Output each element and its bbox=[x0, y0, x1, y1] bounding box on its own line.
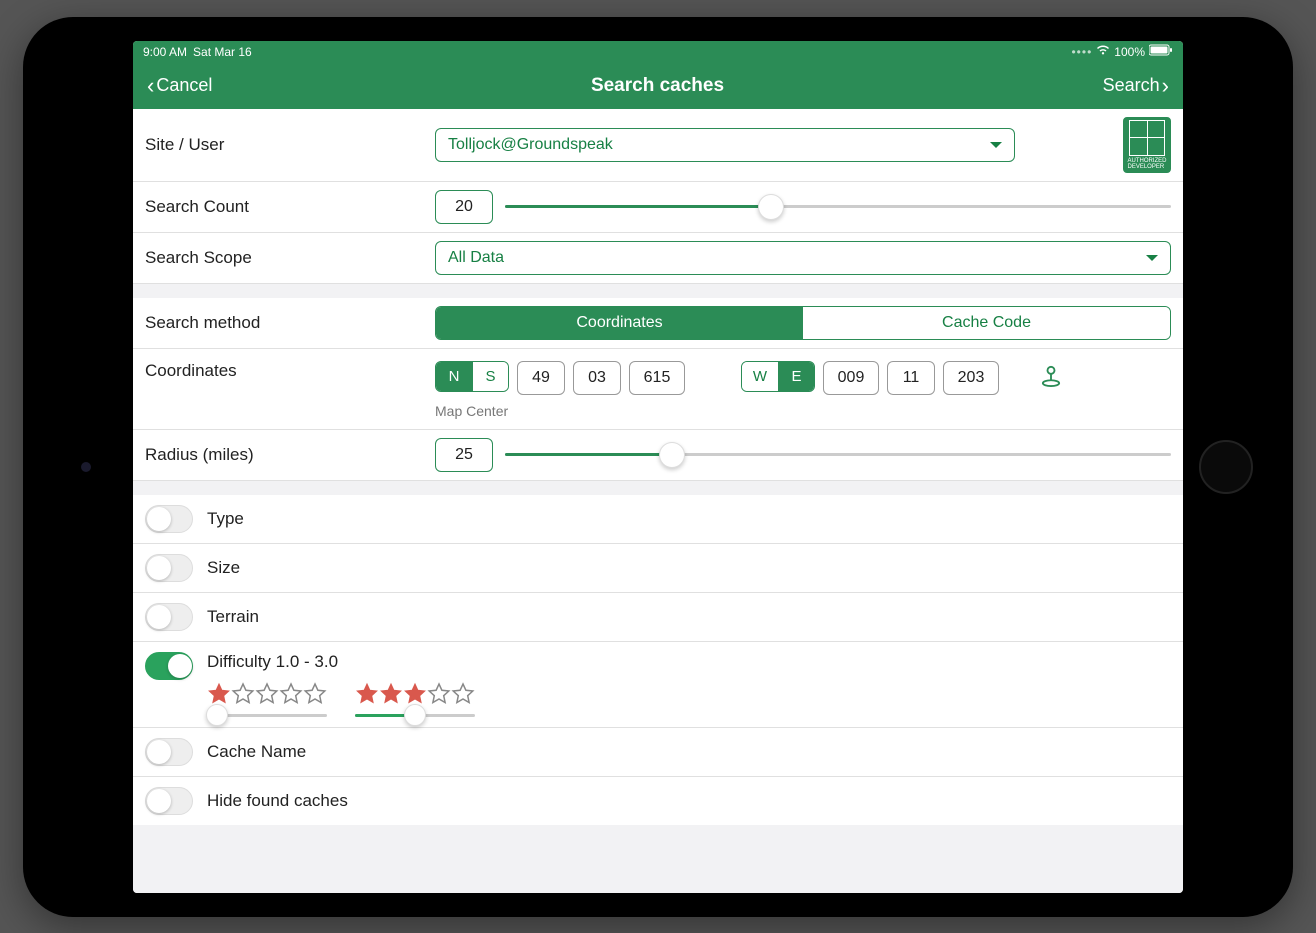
difficulty-min-stars[interactable] bbox=[207, 682, 327, 706]
authorized-developer-badge: AUTHORIZEDDEVELOPER bbox=[1123, 117, 1171, 173]
terrain-toggle[interactable] bbox=[145, 603, 193, 631]
terrain-label: Terrain bbox=[207, 607, 1171, 627]
lon-w-button[interactable]: W bbox=[742, 362, 778, 391]
row-site-user: Site / User Tolljock@Groundspeak AUTHORI… bbox=[133, 109, 1183, 182]
status-time: 9:00 AM bbox=[143, 45, 187, 59]
difficulty-max-stars[interactable] bbox=[355, 682, 475, 706]
lat-s-button[interactable]: S bbox=[472, 362, 508, 391]
radius-input[interactable]: 25 bbox=[435, 438, 493, 472]
search-label: Search bbox=[1103, 75, 1160, 96]
search-method-segment: Coordinates Cache Code bbox=[435, 306, 1171, 340]
nav-bar: ‹ Cancel Search caches Search › bbox=[133, 63, 1183, 109]
cancel-label: Cancel bbox=[156, 75, 212, 96]
cellular-dots-icon: •••• bbox=[1071, 45, 1092, 59]
row-search-scope: Search Scope All Data bbox=[133, 233, 1183, 284]
cancel-button[interactable]: ‹ Cancel bbox=[147, 75, 212, 97]
search-scope-dropdown[interactable]: All Data bbox=[435, 241, 1171, 275]
type-toggle[interactable] bbox=[145, 505, 193, 533]
difficulty-min-slider[interactable] bbox=[207, 714, 327, 717]
size-label: Size bbox=[207, 558, 1171, 578]
chevron-left-icon: ‹ bbox=[147, 75, 154, 97]
row-radius: Radius (miles) 25 bbox=[133, 430, 1183, 481]
lat-deg-input[interactable]: 49 bbox=[517, 361, 565, 395]
difficulty-max-slider[interactable] bbox=[355, 714, 475, 717]
row-difficulty: Difficulty 1.0 - 3.0 bbox=[133, 642, 1183, 728]
row-search-count: Search Count 20 bbox=[133, 182, 1183, 233]
ipad-camera bbox=[81, 462, 91, 472]
search-count-input[interactable]: 20 bbox=[435, 190, 493, 224]
lon-deg-input[interactable]: 009 bbox=[823, 361, 879, 395]
status-date: Sat Mar 16 bbox=[193, 45, 252, 59]
row-cache-name: Cache Name bbox=[133, 728, 1183, 777]
type-label: Type bbox=[207, 509, 1171, 529]
row-coordinates: Coordinates N S 49 03 615 W E bbox=[133, 349, 1183, 430]
radius-label: Radius (miles) bbox=[145, 445, 435, 465]
row-search-method: Search method Coordinates Cache Code bbox=[133, 298, 1183, 349]
lon-min-input[interactable]: 11 bbox=[887, 361, 935, 395]
seg-coordinates[interactable]: Coordinates bbox=[436, 307, 803, 339]
coordinates-label: Coordinates bbox=[145, 361, 435, 381]
lon-direction-toggle: W E bbox=[741, 361, 815, 392]
status-battery: 100% bbox=[1114, 45, 1145, 59]
caret-down-icon bbox=[1146, 255, 1158, 261]
search-count-slider[interactable] bbox=[505, 205, 1171, 208]
seg-cache-code[interactable]: Cache Code bbox=[803, 307, 1170, 339]
difficulty-label: Difficulty 1.0 - 3.0 bbox=[207, 652, 1171, 672]
ipad-home-button[interactable] bbox=[1199, 440, 1253, 494]
site-user-value: Tolljock@Groundspeak bbox=[448, 136, 613, 154]
chevron-right-icon: › bbox=[1162, 75, 1169, 97]
search-count-label: Search Count bbox=[145, 197, 435, 217]
lat-dec-input[interactable]: 615 bbox=[629, 361, 685, 395]
screen: 9:00 AM Sat Mar 16 •••• 100% ‹ Cancel Se… bbox=[133, 41, 1183, 893]
page-title: Search caches bbox=[591, 75, 724, 97]
row-hide-found: Hide found caches bbox=[133, 777, 1183, 825]
difficulty-max-group bbox=[355, 682, 475, 717]
battery-icon bbox=[1149, 44, 1173, 59]
hide-found-label: Hide found caches bbox=[207, 791, 1171, 811]
content-area: Site / User Tolljock@Groundspeak AUTHORI… bbox=[133, 109, 1183, 893]
wifi-icon bbox=[1096, 44, 1110, 59]
difficulty-toggle[interactable] bbox=[145, 652, 193, 680]
site-user-dropdown[interactable]: Tolljock@Groundspeak bbox=[435, 128, 1015, 162]
ipad-frame: 9:00 AM Sat Mar 16 •••• 100% ‹ Cancel Se… bbox=[23, 17, 1293, 917]
caret-down-icon bbox=[990, 142, 1002, 148]
cache-name-label: Cache Name bbox=[207, 742, 1171, 762]
lat-n-button[interactable]: N bbox=[436, 362, 472, 391]
search-method-label: Search method bbox=[145, 313, 435, 333]
size-toggle[interactable] bbox=[145, 554, 193, 582]
hide-found-toggle[interactable] bbox=[145, 787, 193, 815]
lon-e-button[interactable]: E bbox=[778, 362, 814, 391]
cache-name-toggle[interactable] bbox=[145, 738, 193, 766]
lat-direction-toggle: N S bbox=[435, 361, 509, 392]
lon-dec-input[interactable]: 203 bbox=[943, 361, 999, 395]
status-bar: 9:00 AM Sat Mar 16 •••• 100% bbox=[133, 41, 1183, 63]
search-scope-value: All Data bbox=[448, 249, 504, 267]
row-terrain: Terrain bbox=[133, 593, 1183, 642]
search-scope-label: Search Scope bbox=[145, 248, 435, 268]
search-button[interactable]: Search › bbox=[1103, 75, 1169, 97]
site-user-label: Site / User bbox=[145, 135, 435, 155]
row-type: Type bbox=[133, 495, 1183, 544]
radius-slider[interactable] bbox=[505, 453, 1171, 456]
difficulty-min-group bbox=[207, 682, 327, 717]
lat-min-input[interactable]: 03 bbox=[573, 361, 621, 395]
map-center-label: Map Center bbox=[435, 403, 508, 419]
row-size: Size bbox=[133, 544, 1183, 593]
location-pin-icon[interactable] bbox=[1037, 361, 1065, 389]
